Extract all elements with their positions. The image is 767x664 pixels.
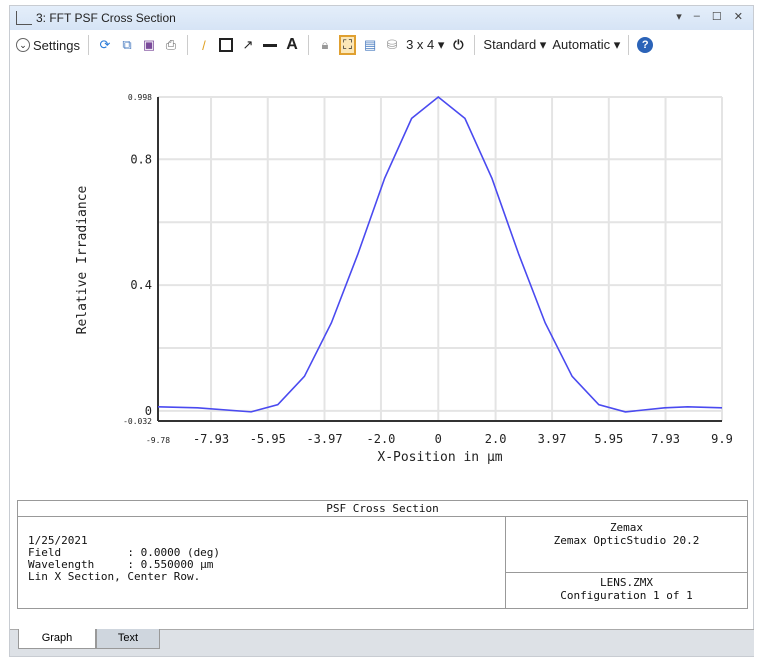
y-tick-label: 0.4 [130, 278, 152, 292]
y-tick-label: -0.032 [123, 417, 152, 426]
panel-file: LENS.ZMX Configuration 1 of 1 [506, 573, 747, 608]
tab-text[interactable]: Text [96, 629, 160, 649]
x-tick-label: -5.95 [250, 432, 286, 446]
y-tick-label: 0 [145, 404, 152, 418]
x-tick-label: -3.97 [306, 432, 342, 446]
x-tick-label: 0 [435, 432, 442, 446]
company: Zemax [609, 521, 644, 534]
y-tick-label: 0.998 [128, 93, 152, 102]
x-tick-label: 2.0 [485, 432, 507, 446]
configuration: Configuration 1 of 1 [560, 589, 693, 602]
tab-bar: Graph Text [10, 629, 754, 656]
psf-curve [157, 95, 723, 413]
x-tick-label: 9.9 [711, 432, 733, 446]
x-tick-label: 5.95 [594, 432, 623, 446]
x-tick-label: 3.97 [538, 432, 567, 446]
panel-title: PSF Cross Section [18, 501, 747, 517]
file-name: LENS.ZMX [600, 576, 653, 589]
x-tick-label: -2.0 [367, 432, 396, 446]
psf-chart: -9.78 -7.93 -5.95 -3.97 -2.0 0 2.0 3.97 5.95 7.93… [75, 93, 733, 465]
x-tick-label: -9.78 [146, 436, 170, 445]
x-tick-label: 7.93 [651, 432, 680, 446]
panel-details: 1/25/2021 Field : 0.0000 (deg) Wavelengt… [18, 517, 506, 608]
x-tick-label: -7.93 [193, 432, 229, 446]
software-version: Zemax OpticStudio 20.2 [553, 534, 700, 547]
y-tick-label: 0.8 [130, 152, 152, 166]
y-axis-label: Relative Irradiance [75, 185, 90, 334]
panel-software: Zemax Zemax OpticStudio 20.2 [506, 517, 747, 573]
info-panel: PSF Cross Section 1/25/2021 Field : 0.00… [17, 500, 748, 609]
tab-graph[interactable]: Graph [18, 629, 96, 649]
x-axis-label: X-Position in µm [377, 450, 502, 465]
